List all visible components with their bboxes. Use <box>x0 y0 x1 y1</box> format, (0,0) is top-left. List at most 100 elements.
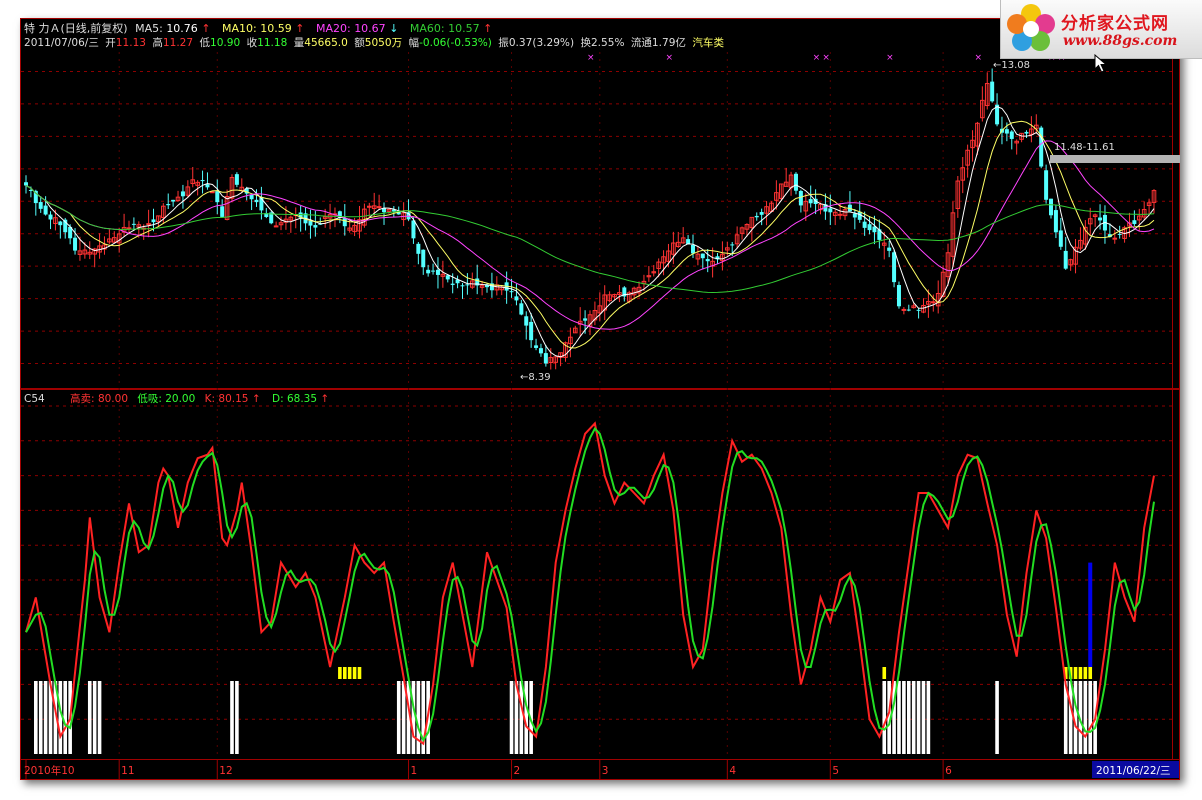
candle-body <box>808 199 813 204</box>
cursor-date: 2011/06/22/三 <box>1096 765 1171 777</box>
time-axis-label: 4 <box>729 765 736 777</box>
candle-body <box>200 180 205 182</box>
signal-marker: × <box>974 53 982 63</box>
low-value: 10.90 <box>210 37 240 49</box>
candle-body <box>990 81 995 102</box>
ma10-label: MA10: <box>222 22 257 35</box>
candle-body <box>382 208 387 213</box>
candle-body <box>234 174 239 185</box>
close-value: 11.18 <box>257 37 287 49</box>
signal-bar-white <box>921 681 926 754</box>
candle-body <box>705 259 710 262</box>
k-label: K: <box>205 393 215 405</box>
signal-bar-yellow <box>1083 667 1088 679</box>
candle-body <box>1044 170 1049 200</box>
d-label: D: <box>272 393 284 405</box>
high-label: 高 <box>152 36 163 49</box>
candle-body <box>931 301 936 304</box>
quote-date: 2011/07/06/三 <box>24 37 99 49</box>
candle-body <box>690 244 695 254</box>
signal-bar-yellow <box>352 667 357 679</box>
low-label: 低 <box>199 36 210 49</box>
flower-logo-icon <box>1007 4 1055 51</box>
indicator-header: C54 高卖: 80.00 低吸: 20.00 K: 80.15 ↑ D: 68… <box>24 392 329 405</box>
candle-body <box>1098 217 1103 221</box>
quote-line: 2011/07/06/三 开11.13 高11.27 低10.90 收11.18… <box>24 36 725 49</box>
candle-body <box>524 316 529 326</box>
float-value: 1.79亿 <box>652 36 686 49</box>
signal-bar-white <box>401 681 406 754</box>
candle-body <box>1063 250 1068 269</box>
candle-body <box>837 213 843 216</box>
range-box <box>1050 155 1180 163</box>
signal-bar-white <box>995 681 999 754</box>
high-sell-value: 80.00 <box>98 393 128 405</box>
amplitude-value: 0.37(3.29%) <box>509 37 574 49</box>
candle-body <box>514 296 519 301</box>
candle-body <box>151 219 156 223</box>
signal-marker: × <box>587 53 595 63</box>
signal-bar-white <box>92 681 97 754</box>
candle-body <box>1004 129 1009 134</box>
candle-body <box>916 309 921 311</box>
candle-body <box>465 284 470 286</box>
candle-body <box>435 269 440 275</box>
low-buy-label: 低吸: <box>137 392 162 405</box>
signal-marker: × <box>665 53 673 63</box>
time-axis-label: 12 <box>219 765 232 777</box>
candle-body <box>828 208 833 213</box>
ma10-value: 10.59 <box>260 22 292 35</box>
candle-body <box>700 253 705 259</box>
signal-bar-yellow <box>1073 667 1078 679</box>
signal-bar-yellow <box>338 667 342 679</box>
ma20-label: MA20: <box>316 22 351 35</box>
ma5-label: MA5: <box>135 22 163 35</box>
candle-body <box>759 212 764 215</box>
candle-body <box>342 218 347 227</box>
candle-body <box>1112 237 1118 240</box>
up-arrow-icon: ↑ <box>252 393 261 405</box>
candle-body <box>376 206 382 209</box>
candle-body <box>38 202 43 209</box>
candle-body <box>220 206 225 217</box>
signal-bar-white <box>63 681 68 754</box>
candle-body <box>583 318 588 321</box>
ma60-label: MA60: <box>410 22 445 35</box>
candle-body <box>431 270 436 272</box>
candle-body <box>24 182 28 186</box>
signal-bar-white <box>509 681 514 754</box>
signal-bar-white <box>911 681 916 754</box>
candle-body <box>48 214 53 220</box>
candle-body <box>180 191 185 197</box>
signal-bar-white <box>43 681 48 754</box>
mouse-pointer-icon <box>1094 54 1108 73</box>
signal-bar-white <box>906 681 911 754</box>
time-axis-label: 6 <box>945 765 952 777</box>
candle-body <box>754 215 759 218</box>
high-price-value: 13.08 <box>1001 60 1030 71</box>
site-logo[interactable]: 分析家公式网 www.88gs.com <box>1000 0 1202 59</box>
signal-bar-white <box>897 681 901 754</box>
signal-bar-white <box>1068 681 1073 754</box>
signal-bar-white <box>519 681 524 754</box>
candle-body <box>519 303 524 315</box>
signal-bar-white <box>411 681 416 754</box>
candle-body <box>1053 210 1058 233</box>
candle-body <box>445 275 450 280</box>
candle-body <box>460 285 465 287</box>
candle-body <box>892 252 897 283</box>
time-axis-label: 3 <box>602 765 609 777</box>
signal-bar-white <box>235 681 239 754</box>
signal-bar-white <box>97 681 102 754</box>
time-axis-label: 2010年10 <box>24 764 75 777</box>
logo-url: www.88gs.com <box>1063 33 1178 49</box>
low-price-value: 8.39 <box>528 372 550 383</box>
volume-value: 45665.0 <box>304 37 348 49</box>
candle-body <box>146 223 151 226</box>
chart-svg[interactable]: ×××××××× 2010年101112123456 特 力Ａ(日线,前复权) … <box>20 18 1180 780</box>
low-buy-value: 20.00 <box>165 393 195 405</box>
signal-marker: × <box>886 53 894 63</box>
signal-bar-yellow <box>1078 667 1083 679</box>
chart-window: ×××××××× 2010年101112123456 特 力Ａ(日线,前复权) … <box>20 18 1180 780</box>
down-arrow-icon: ↓ <box>389 22 398 35</box>
